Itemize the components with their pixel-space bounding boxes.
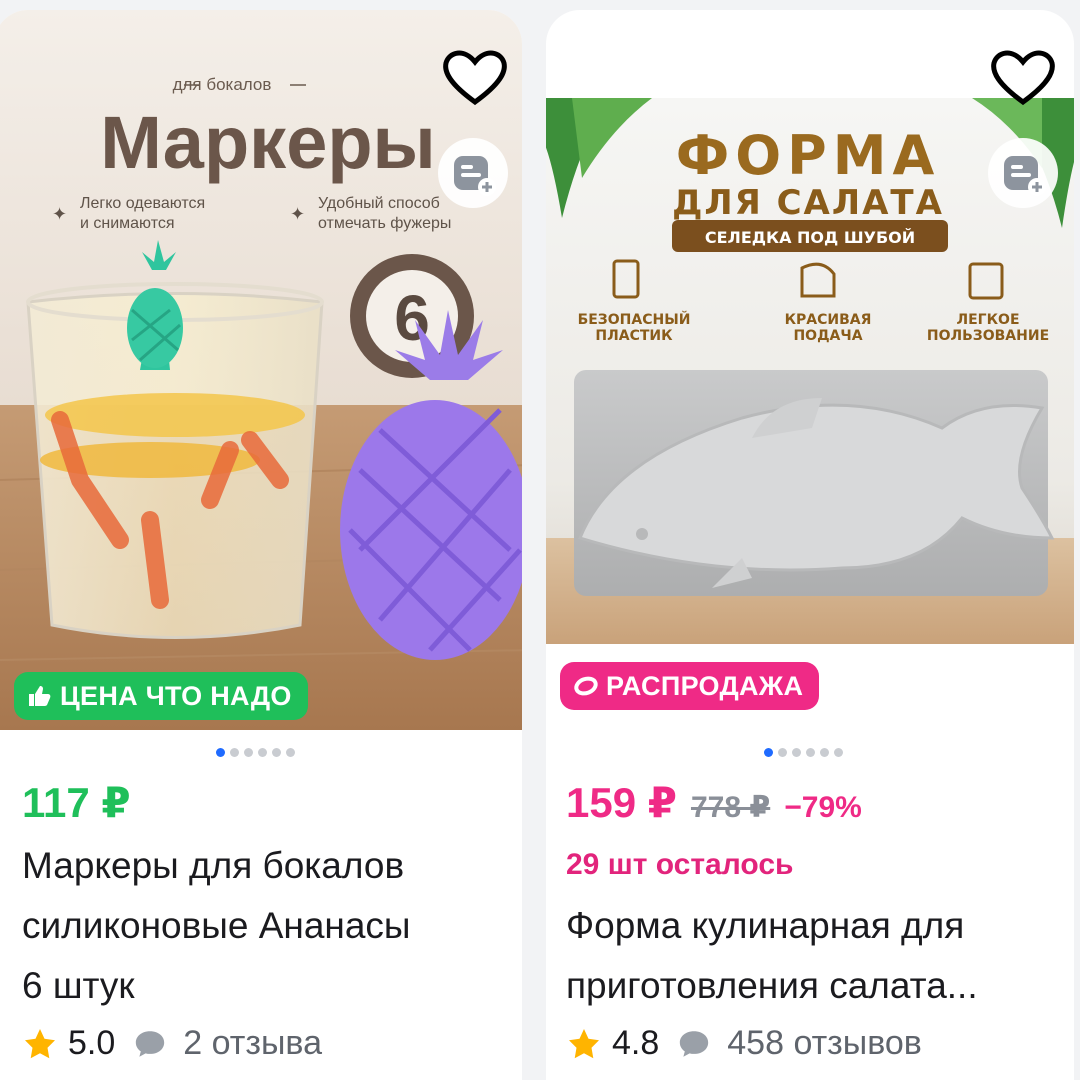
current-price: 117 ₽ <box>22 779 131 826</box>
photo-title: Маркеры <box>100 101 436 184</box>
svg-text:и снимаются: и снимаются <box>80 215 175 232</box>
svg-text:КРАСИВАЯ: КРАСИВАЯ <box>785 312 872 328</box>
photo-ribbon: СЕЛЕДКА ПОД ШУБОЙ <box>705 228 915 247</box>
svg-text:Удобный способ: Удобный способ <box>318 195 440 212</box>
star-icon <box>569 1028 599 1058</box>
product-title[interactable]: Форма кулинарная для приготовления салат… <box>566 896 978 1016</box>
add-to-list-icon[interactable] <box>438 138 508 208</box>
favorite-heart-icon[interactable] <box>440 46 510 108</box>
reviews-count: 2 отзыва <box>183 1024 322 1062</box>
badge-best-price: ЦЕНА ЧТО НАДО <box>14 672 308 720</box>
discount: −79% <box>784 791 862 824</box>
svg-text:✦: ✦ <box>290 204 305 224</box>
badge-sale: РАСПРОДАЖА <box>560 662 820 710</box>
add-to-list-icon[interactable] <box>988 138 1058 208</box>
badge-label: ЦЕНА ЧТО НАДО <box>60 680 292 711</box>
reviews-bubble-icon <box>680 1030 709 1057</box>
rating-row[interactable]: 4.8 458 отзывов <box>566 1024 922 1063</box>
image-pagination <box>216 748 295 757</box>
svg-text:ЛЕГКОЕ: ЛЕГКОЕ <box>956 312 1019 328</box>
svg-text:отмечать фужеры: отмечать фужеры <box>318 215 451 232</box>
svg-text:ПОЛЬЗОВАНИЕ: ПОЛЬЗОВАНИЕ <box>927 328 1049 344</box>
photo-title1: ФОРМА <box>676 124 941 187</box>
svg-text:ПЛАСТИК: ПЛАСТИК <box>595 328 673 344</box>
svg-text:ПОДАЧА: ПОДАЧА <box>793 328 862 344</box>
svg-text:Легко одеваются: Легко одеваются <box>80 195 205 212</box>
product-title[interactable]: Маркеры для бокалов силиконовые Ананасы … <box>22 836 411 1016</box>
markers-photo-illustration: для бокалов Маркеры Легко одеваются и сн… <box>0 10 522 730</box>
rating-value: 5.0 <box>68 1024 116 1062</box>
thumbs-up-icon <box>29 686 51 706</box>
svg-text:БЕЗОПАСНЫЙ: БЕЗОПАСНЫЙ <box>578 311 691 328</box>
favorite-heart-icon[interactable] <box>988 46 1058 108</box>
photo-title2: ДЛЯ САЛАТА <box>672 183 944 223</box>
product-card-markers[interactable]: для бокалов Маркеры Легко одеваются и сн… <box>0 10 522 1080</box>
reviews-count: 458 отзывов <box>727 1024 922 1062</box>
star-icon <box>25 1028 55 1058</box>
product-photo-markers[interactable]: для бокалов Маркеры Легко одеваются и сн… <box>0 10 522 730</box>
old-price: 778 ₽ <box>690 791 771 824</box>
price-row: 159 ₽ 778 ₽ −79% <box>566 778 862 827</box>
rating-value: 4.8 <box>612 1024 660 1062</box>
current-price: 159 ₽ <box>566 779 677 826</box>
svg-text:✦: ✦ <box>52 204 67 224</box>
price-row: 117 ₽ <box>22 778 131 827</box>
stock-left: 29 шт осталось <box>566 848 794 881</box>
product-card-salad-mold[interactable]: ФОРМА ДЛЯ САЛАТА СЕЛЕДКА ПОД ШУБОЙ БЕЗОП… <box>546 10 1074 1080</box>
reviews-bubble-icon <box>136 1030 165 1057</box>
badge-label: РАСПРОДАЖА <box>606 670 804 701</box>
ring-icon <box>574 676 598 696</box>
rating-row[interactable]: 5.0 2 отзыва <box>22 1024 322 1063</box>
image-pagination <box>764 748 843 757</box>
